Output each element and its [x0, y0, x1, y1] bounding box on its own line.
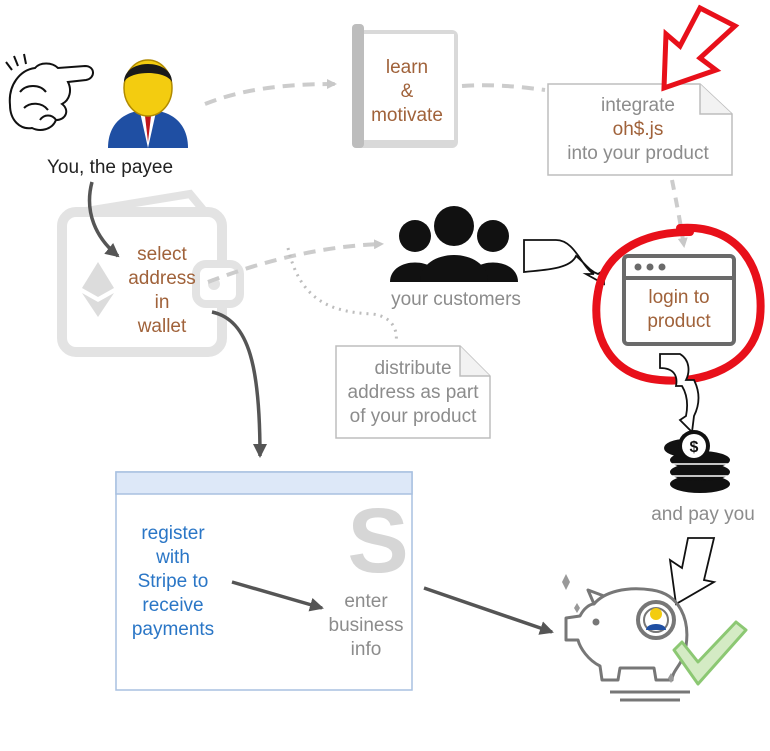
integrate-line1: integrate: [601, 95, 675, 116]
user-avatar-icon: [108, 59, 188, 148]
checkmark-icon: [672, 620, 748, 686]
coin-stack-icon: $: [664, 430, 730, 493]
register-label: register with Stripe to receive payments: [131, 523, 215, 640]
arrow-pay-to-piggy: [668, 537, 717, 606]
enter-info-label: enter business info: [328, 591, 404, 660]
select-wallet-label: select address in wallet: [128, 244, 196, 337]
arrow-payee-to-learn: [204, 79, 337, 106]
arrow-learn-to-integrate: [461, 83, 546, 92]
pay-label: and pay you: [651, 504, 755, 525]
stripe-logo-icon: S: [347, 490, 408, 592]
svg-text:$: $: [690, 439, 699, 456]
distribute-label: distribute address as part of your produ…: [347, 358, 479, 427]
customers-label: your customers: [391, 289, 521, 310]
customers-icon: [390, 206, 518, 282]
learn-label: learn & motivate: [371, 57, 443, 126]
red-arrow-icon: [661, 4, 740, 92]
arrow-login-to-coins: [659, 353, 700, 434]
integrate-line3: into your product: [567, 143, 709, 164]
arrow-stripe-to-piggy: [423, 586, 554, 635]
piggy-bank-icon: [562, 574, 690, 702]
arrow-customers-to-login: [523, 239, 605, 286]
integrate-line2: oh$.js: [612, 119, 664, 140]
payee-label: You, the payee: [46, 157, 174, 178]
avatar-coin-icon: [636, 600, 676, 640]
pointing-hand-icon: [5, 53, 94, 131]
login-label: login to product: [647, 287, 711, 332]
